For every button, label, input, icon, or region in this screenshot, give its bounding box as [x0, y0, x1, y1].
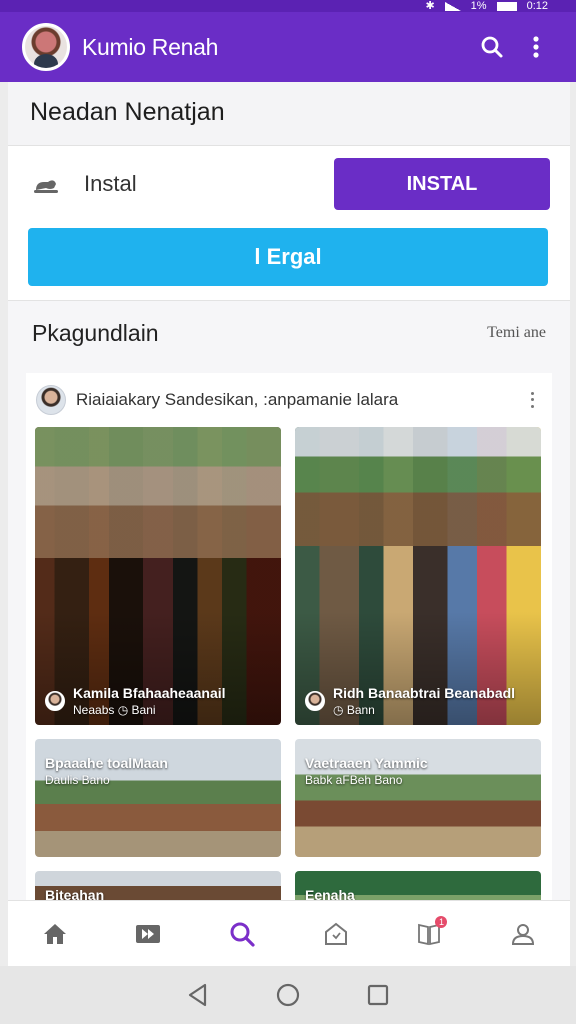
photo-tile[interactable]: Bpaaahe toalMaan Daulis Bano [35, 739, 281, 857]
status-bar: ✱ 1% 0:12 [0, 0, 576, 12]
battery-icon [496, 1, 517, 11]
tile-meta-left: Neaabs [73, 703, 115, 717]
tile-caption: Bpaaahe toalMaan Daulis Bano [45, 755, 168, 787]
more-vert-icon [533, 36, 539, 58]
search-icon [230, 922, 255, 947]
signal-icon [444, 1, 461, 11]
tile-caption: Kamila Bfahaaheaanail Neaabs ◷ Bani [45, 685, 226, 717]
nav-profile[interactable] [501, 912, 545, 956]
play-forward-icon [136, 924, 161, 943]
content-sheet: Neadan Nenatjan Instal INSTAL l Ergal Pk… [8, 82, 570, 966]
overflow-menu-button[interactable] [518, 29, 554, 65]
back-icon[interactable] [185, 982, 211, 1008]
see-all-link[interactable]: Temi ane [487, 324, 546, 342]
install-icon [34, 180, 58, 193]
notification-badge: 1 [435, 915, 448, 928]
feed-header: Pkagundlain Temi ane [8, 301, 570, 365]
secondary-install-button[interactable]: l Ergal [28, 228, 548, 286]
install-row: Instal INSTAL [28, 156, 550, 212]
post-card: Riaiaiakary Sandesikan, :anpamanie lalar… [26, 373, 552, 951]
tile-meta: ◷ Bann [333, 703, 515, 717]
install-label: Instal [84, 171, 137, 196]
tile-meta-left: Daulis Bano [45, 773, 110, 787]
bottom-nav: 1 [8, 900, 570, 966]
tile-meta-left: Babk aFBeh Bano [305, 773, 403, 787]
tile-avatar [45, 691, 65, 711]
app-bar: Kumio Renah [0, 12, 576, 82]
status-time: 0:12 [526, 0, 548, 12]
home-icon [43, 923, 66, 944]
install-card: Instal INSTAL l Ergal [8, 146, 570, 301]
section-title: Neadan Nenatjan [8, 82, 570, 146]
house-outline-icon [324, 922, 347, 945]
profile-avatar[interactable] [22, 23, 70, 71]
system-nav-bar [0, 966, 576, 1024]
tile-title: Bpaaahe toalMaan [45, 755, 168, 771]
clock-icon: ◷ [333, 703, 344, 717]
nav-home[interactable] [33, 912, 77, 956]
search-button[interactable] [474, 29, 510, 65]
post-more-icon[interactable] [522, 388, 542, 412]
photo-tile[interactable]: Vaetraaen Yammic Babk aFBeh Bano [295, 739, 541, 857]
profile-icon [512, 923, 535, 945]
nav-videos[interactable] [126, 912, 170, 956]
app-title: Kumio Renah [82, 33, 219, 60]
nav-library[interactable]: 1 [407, 912, 451, 956]
nav-community[interactable] [314, 912, 358, 956]
tile-caption: Vaetraaen Yammic Babk aFBeh Bano [305, 755, 428, 787]
search-icon [481, 36, 503, 58]
photo-tile[interactable]: Kamila Bfahaaheaanail Neaabs ◷ Bani [35, 427, 281, 725]
post-author: Riaiaiakary Sandesikan, :anpamanie lalar… [76, 390, 399, 409]
install-button[interactable]: INSTAL [334, 158, 550, 210]
nav-search[interactable] [220, 912, 264, 956]
home-circle-icon[interactable] [275, 982, 301, 1008]
tile-meta: Neaabs ◷ Bani [73, 703, 226, 717]
tile-meta-right: Bann [346, 703, 375, 717]
clock-icon: ◷ [117, 703, 129, 717]
post-author-avatar[interactable] [36, 385, 66, 415]
tile-title: Vaetraaen Yammic [305, 755, 428, 771]
tile-caption: Ridh Banaabtrai Beanabadl ◷ Bann [305, 685, 515, 717]
battery-percent: 1% [470, 0, 487, 12]
wifi-icon: ✱ [425, 0, 435, 12]
photo-tile[interactable]: Ridh Banaabtrai Beanabadl ◷ Bann [295, 427, 541, 725]
tile-title: Kamila Bfahaaheaanail [73, 685, 226, 701]
post-header: Riaiaiakary Sandesikan, :anpamanie lalar… [26, 373, 552, 427]
photo-grid: Kamila Bfahaaheaanail Neaabs ◷ Bani Ridh… [26, 427, 552, 931]
tile-title: Ridh Banaabtrai Beanabadl [333, 685, 516, 701]
recents-icon[interactable] [365, 982, 391, 1008]
tile-avatar [305, 691, 325, 711]
feed-title: Pkagundlain [32, 319, 159, 346]
tile-meta-right: Bani [131, 703, 156, 717]
